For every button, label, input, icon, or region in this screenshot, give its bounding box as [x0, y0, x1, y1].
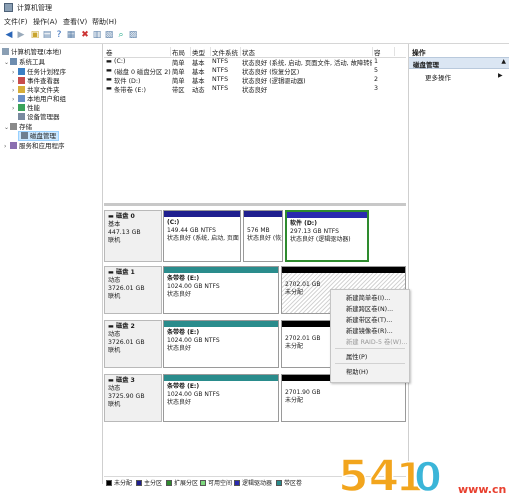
column-type[interactable]: 类型: [192, 47, 211, 57]
help-icon[interactable]: ?: [54, 30, 64, 40]
folder-icon: [18, 86, 25, 93]
partition-d[interactable]: 软件 (D:) 297.13 GB NTFS 状态良好 (逻辑驱动器): [285, 210, 369, 262]
computer-management-icon: [4, 3, 13, 12]
menu-item-new-mirrored[interactable]: 新建镜像卷(R)...: [346, 326, 393, 335]
volume-icon: ▬: [106, 67, 112, 74]
legend-item: 可用空间: [200, 478, 232, 487]
partition-striped-e[interactable]: 条带卷 (E:) 1024.00 GB NTFS 状态良好: [163, 320, 279, 368]
event-icon: [18, 77, 25, 84]
menu-item-properties[interactable]: 属性(P): [346, 352, 367, 361]
users-icon: [18, 95, 25, 102]
actions-section[interactable]: 磁盘管理 ▲: [409, 57, 509, 69]
disk-info[interactable]: ▬ 磁盘 1 动态 3726.01 GB 联机: [104, 266, 162, 314]
partition-recovery[interactable]: 576 MB 状态良好 (恢复: [243, 210, 283, 262]
console-icon[interactable]: ▦: [66, 30, 76, 40]
volume-icon: ▬: [106, 85, 112, 92]
view-icon[interactable]: ▨: [128, 30, 138, 40]
column-capacity[interactable]: 容: [374, 47, 395, 57]
disk-info[interactable]: ▬ 磁盘 2 动态 3726.01 GB 联机: [104, 320, 162, 368]
column-status[interactable]: 状态: [242, 47, 373, 57]
forward-icon[interactable]: ▶: [16, 30, 26, 40]
tree-item-disk-management[interactable]: 磁盘管理: [18, 130, 59, 141]
actions-header: 操作: [412, 49, 426, 57]
clock-icon: [18, 68, 25, 75]
partition-striped-e[interactable]: 条带卷 (E:) 1024.00 GB NTFS 状态良好: [163, 374, 279, 422]
collapse-arrow-icon[interactable]: ▲: [501, 58, 506, 65]
table-row[interactable]: ▬ (C:) 简单 基本 NTFS 状态良好 (系统, 启动, 页面文件, 活动…: [104, 58, 406, 67]
partition-striped-e[interactable]: 条带卷 (E:) 1024.00 GB NTFS 状态良好: [163, 266, 279, 314]
performance-icon: [18, 104, 25, 111]
menu-item-help[interactable]: 帮助(H): [346, 367, 368, 376]
watermark-logo: 54 1 0 手游网 www.cn: [336, 447, 509, 502]
disk-info[interactable]: ▬ 磁盘 3 动态 3725.90 GB 联机: [104, 374, 162, 422]
volume-table-header: 卷 布局 类型 文件系统 状态 容: [104, 46, 406, 58]
menu-view[interactable]: 查看(V): [63, 17, 87, 27]
legend-item: 主分区: [136, 478, 162, 487]
disk-icon: ▬: [108, 213, 117, 220]
table-row[interactable]: ▬ 软件 (D:) 简单 基本 NTFS 状态良好 (逻辑驱动器) 2: [104, 76, 406, 85]
disk-icon: ▬: [108, 377, 117, 384]
toolbar: ◀ ▶ ▣ ▤ ? ▦ ✖ ▥ ▧ ⌕ ▨: [0, 28, 509, 44]
computer-icon: [2, 48, 9, 55]
menu-bar: 文件(F) 操作(A) 查看(V) 帮助(H): [0, 16, 509, 28]
column-volume[interactable]: 卷: [106, 47, 171, 57]
open-icon[interactable]: ▧: [104, 30, 114, 40]
tools-icon: [10, 58, 17, 65]
volume-icon: ▬: [106, 58, 112, 65]
menu-item-new-raid5: 新建 RAID-5 卷(W)...: [346, 339, 408, 346]
disk-icon: ▬: [108, 269, 117, 276]
tree-item-services[interactable]: › 服务和应用程序: [4, 140, 65, 150]
disk-row-0: ▬ 磁盘 0 基本 447.13 GB 联机 (C:) 149.44 GB NT…: [104, 210, 406, 262]
delete-icon[interactable]: ✖: [80, 30, 90, 40]
svg-text:www.cn: www.cn: [458, 483, 506, 496]
disk-info[interactable]: ▬ 磁盘 0 基本 447.13 GB 联机: [104, 210, 162, 262]
volume-icon: ▬: [106, 76, 112, 83]
table-row[interactable]: ▬ (磁盘 0 磁盘分区 2) 简单 基本 NTFS 状态良好 (恢复分区) 5: [104, 67, 406, 76]
menu-item-new-simple[interactable]: 新建简单卷(I)...: [346, 293, 390, 302]
folder-icon[interactable]: ▣: [30, 30, 40, 40]
menu-action[interactable]: 操作(A): [33, 17, 57, 27]
title-bar: 计算机管理: [0, 0, 509, 17]
column-layout[interactable]: 布局: [172, 47, 191, 57]
legend-item: 带区卷: [276, 478, 302, 487]
actions-pane: 操作 磁盘管理 ▲ 更多操作 ▶: [408, 44, 509, 484]
legend-item: 未分配: [106, 478, 132, 487]
menu-item-new-spanned[interactable]: 新建跨区卷(N)...: [346, 304, 393, 313]
context-menu: 新建简单卷(I)... 新建跨区卷(N)... 新建带区卷(T)... 新建镜像…: [330, 289, 410, 383]
tree-item-system-tools[interactable]: ⌄ 系统工具: [4, 56, 45, 66]
tree-root[interactable]: 计算机管理(本地): [2, 46, 62, 56]
more-actions[interactable]: 更多操作 ▶: [425, 72, 503, 82]
menu-help[interactable]: 帮助(H): [92, 17, 117, 27]
svg-text:0: 0: [414, 455, 442, 500]
menu-file[interactable]: 文件(F): [4, 17, 28, 27]
show-hide-tree-icon[interactable]: ▤: [42, 30, 52, 40]
menu-separator: [335, 348, 405, 349]
svg-text:54: 54: [338, 451, 399, 500]
navigation-tree: 计算机管理(本地) ⌄ 系统工具 › 任务计划程序 › 事件查看器 › 共享文件夹 › 本…: [0, 44, 103, 484]
menu-separator: [335, 363, 405, 364]
properties-icon[interactable]: ▥: [92, 30, 102, 40]
svg-text:手游网: 手游网: [440, 458, 500, 482]
partition-c[interactable]: (C:) 149.44 GB NTFS 状态良好 (系统, 启动, 页面: [163, 210, 241, 262]
disk-icon: ▬: [108, 323, 117, 330]
legend-item: 逻辑驱动器: [234, 478, 272, 487]
chevron-right-icon: ▶: [498, 72, 503, 79]
legend-item: 扩展分区: [166, 478, 198, 487]
watermark-graphic: 54 1 0 手游网 www.cn: [337, 450, 506, 502]
menu-item-new-striped[interactable]: 新建带区卷(T)...: [346, 315, 392, 324]
window-title: 计算机管理: [17, 4, 52, 12]
disk-icon: [21, 132, 28, 139]
services-icon: [10, 142, 17, 149]
column-filesystem[interactable]: 文件系统: [212, 47, 241, 57]
device-icon: [18, 113, 25, 120]
tree-item-device-manager[interactable]: 设备管理器: [18, 111, 60, 121]
back-icon[interactable]: ◀: [4, 30, 14, 40]
table-row[interactable]: ▬ 条带卷 (E:) 带区 动态 NTFS 状态良好 3: [104, 85, 406, 94]
storage-icon: [10, 123, 17, 130]
search-icon[interactable]: ⌕: [116, 30, 126, 40]
